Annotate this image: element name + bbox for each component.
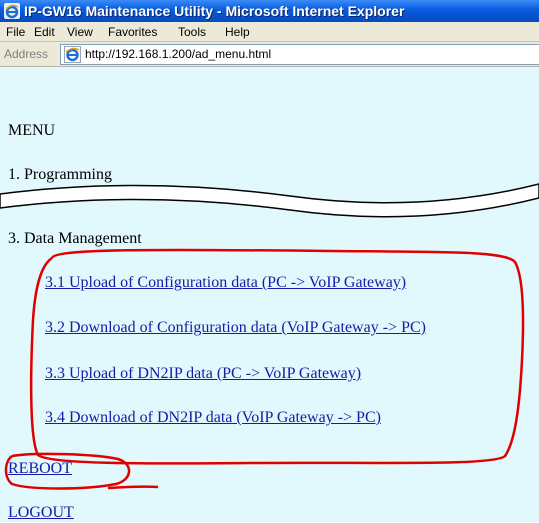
address-url: http://192.168.1.200/ad_menu.html — [85, 47, 272, 61]
link-download-config[interactable]: 3.2 Download of Configuration data (VoIP… — [45, 318, 426, 338]
ie-icon — [4, 3, 20, 19]
link-reboot[interactable]: REBOOT — [8, 459, 72, 479]
section-data-management: 3. Data Management — [8, 230, 142, 247]
link-upload-config[interactable]: 3.1 Upload of Configuration data (PC -> … — [45, 273, 406, 293]
address-bar: Address http://192.168.1.200/ad_menu.htm… — [0, 42, 539, 67]
section-programming: 1. Programming — [8, 166, 112, 183]
menu-tools[interactable]: Tools — [178, 25, 206, 39]
link-upload-dn2ip[interactable]: 3.3 Upload of DN2IP data (PC -> VoIP Gat… — [45, 364, 361, 384]
page-content: MENU 1. Programming 3. Data Management 3… — [0, 67, 539, 522]
menu-bar: File Edit View Favorites Tools Help — [0, 22, 539, 42]
address-label: Address — [4, 47, 49, 61]
menu-favorites[interactable]: Favorites — [108, 25, 157, 39]
menu-file[interactable]: File — [6, 25, 25, 39]
window-titlebar[interactable]: IP-GW16 Maintenance Utility - Microsoft … — [0, 0, 539, 22]
link-download-dn2ip[interactable]: 3.4 Download of DN2IP data (VoIP Gateway… — [45, 408, 381, 428]
link-logout[interactable]: LOGOUT — [8, 503, 74, 523]
menu-edit[interactable]: Edit — [34, 25, 55, 39]
menu-help[interactable]: Help — [225, 25, 250, 39]
ie-page-icon — [64, 46, 81, 63]
menu-view[interactable]: View — [67, 25, 93, 39]
address-field[interactable]: http://192.168.1.200/ad_menu.html — [60, 44, 539, 65]
window-title: IP-GW16 Maintenance Utility - Microsoft … — [24, 3, 405, 19]
menu-heading: MENU — [8, 122, 56, 139]
